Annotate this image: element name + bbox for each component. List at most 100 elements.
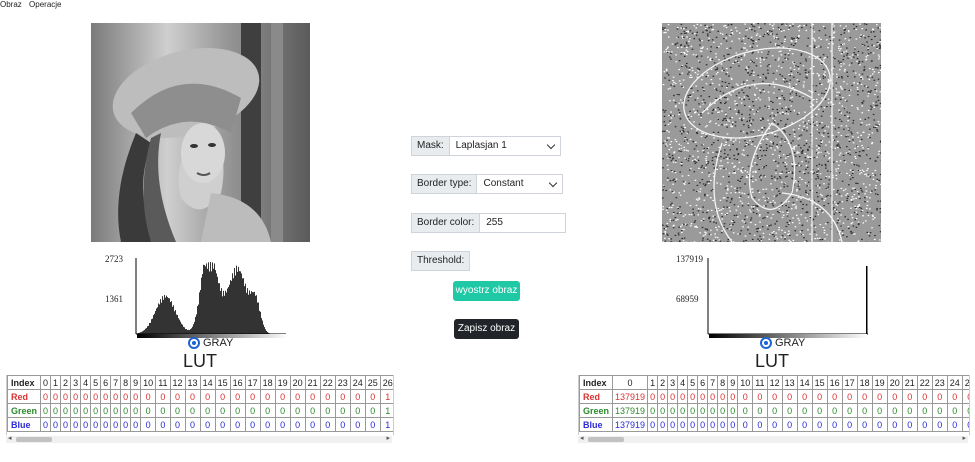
lut-cell: 0 — [931, 417, 948, 432]
lut-cell: 0 — [184, 403, 201, 418]
lut-cell: 0 — [707, 389, 719, 404]
lut-cell: 0 — [677, 417, 689, 432]
hist-bar — [231, 280, 232, 334]
hist-bar — [219, 283, 220, 334]
lut-cell: 0 — [752, 417, 768, 432]
radio-icon[interactable] — [760, 337, 772, 349]
lut-row-index: Index 0 1 2 3 4 5 6 7 8 9 10 11 12 13 14 15 16 17 18 19 20 21 2… — [7, 375, 393, 390]
lut-cell: 17 — [841, 375, 858, 390]
lut-row-header: Green — [7, 403, 42, 418]
lut-cell: 0 — [796, 403, 813, 418]
left-gray-radio[interactable]: GRAY — [188, 337, 233, 349]
lut-cell: 0 — [737, 389, 754, 404]
lut-cell: 10 — [737, 375, 754, 390]
hist-bar — [250, 293, 251, 334]
hist-bar — [191, 328, 192, 334]
menu-obraz[interactable]: Obraz — [0, 0, 22, 9]
lut-cell: 0 — [50, 389, 62, 404]
mask-select[interactable]: Laplasjan 1 — [449, 136, 561, 156]
hist-bar — [207, 268, 208, 334]
hist-bar — [187, 330, 188, 334]
lut-cell: 0 — [274, 403, 291, 418]
lut-cell: 12 — [169, 375, 186, 390]
hist-bar — [237, 271, 238, 334]
lut-cell: 0 — [70, 389, 82, 404]
right-lut-scrollbar[interactable]: ◂ ▸ — [578, 435, 968, 443]
hist-bar — [194, 321, 195, 334]
hist-bar — [214, 263, 215, 334]
hist-bar — [258, 302, 259, 334]
lut-cell: 0 — [946, 389, 963, 404]
lut-cell: 0 — [737, 417, 754, 432]
lut-cell: 1 — [379, 389, 393, 404]
sharpen-button[interactable]: wyostrz obraz — [453, 281, 520, 301]
lut-cell: 15 — [214, 375, 231, 390]
hist-bar — [200, 289, 201, 334]
hist-bar — [228, 286, 229, 334]
hist-bar — [210, 262, 211, 334]
left-lut-scrollbar[interactable]: ◂ ▸ — [6, 435, 392, 443]
lut-cell: 20 — [289, 375, 306, 390]
lut-cell: 0 — [717, 403, 729, 418]
lut-cell: 21 — [304, 375, 321, 390]
hist-bar — [240, 271, 241, 334]
hist-bar — [234, 267, 235, 334]
scroll-thumb[interactable] — [16, 437, 52, 442]
lut-cell: 3 — [667, 375, 679, 390]
lut-cell: 0 — [961, 417, 969, 432]
left-lut-table[interactable]: Index 0 1 2 3 4 5 6 7 8 9 10 11 12 13 14 15 16 17 18 19 20 21 2… — [6, 375, 394, 435]
lut-cell: 0 — [110, 403, 122, 418]
lut-cell: 0 — [259, 389, 276, 404]
lut-row-header: Index — [7, 375, 42, 390]
lut-cell: 18 — [259, 375, 276, 390]
hist-bar — [170, 302, 171, 334]
chevron-down-icon — [549, 178, 558, 188]
lut-cell: 0 — [90, 417, 102, 432]
lut-cell: 0 — [60, 403, 72, 418]
border-type-control: Border type: Constant — [411, 174, 564, 194]
lut-cell: 0 — [667, 403, 679, 418]
hist-bar — [180, 321, 181, 334]
border-type-select[interactable]: Constant — [477, 174, 564, 194]
lut-cell: 0 — [612, 375, 649, 390]
right-gray-radio[interactable]: GRAY — [760, 337, 805, 349]
hist-bar — [149, 322, 150, 334]
hist-bar — [215, 270, 216, 334]
scroll-thumb[interactable] — [588, 437, 624, 442]
lut-cell: 22 — [916, 375, 933, 390]
save-button[interactable]: Zapisz obraz — [454, 319, 519, 339]
lut-cell: 0 — [886, 389, 903, 404]
hist-bar — [222, 296, 223, 334]
right-lut-table[interactable]: Index 0 1 2 3 4 5 6 7 8 9 10 11 12 13 14 15 16 17 18 19 20 21 2… — [578, 375, 970, 435]
hist-bar — [244, 286, 245, 334]
hist-bar — [866, 266, 868, 334]
hist-bar — [225, 290, 226, 334]
lut-cell: 0 — [667, 389, 679, 404]
lut-cell: 0 — [155, 403, 171, 418]
threshold-control: Threshold: — [411, 251, 471, 271]
hist-bar — [232, 273, 233, 334]
lut-cell: 0 — [274, 389, 291, 404]
hist-bar — [235, 275, 236, 334]
hist-bar — [246, 292, 247, 334]
lut-cell: 0 — [697, 403, 709, 418]
lut-row-blue: Blue1379190000000000000000000000000000 — [579, 417, 969, 432]
menu-operacje[interactable]: Operacje — [29, 0, 61, 9]
lut-cell: 0 — [155, 389, 171, 404]
lut-cell: 0 — [60, 389, 72, 404]
lut-cell: 0 — [214, 389, 231, 404]
lut-cell: 0 — [140, 417, 157, 432]
radio-icon[interactable] — [188, 337, 200, 349]
lut-cell: 11 — [752, 375, 768, 390]
lut-cell: 19 — [871, 375, 888, 390]
hist-bar — [143, 330, 144, 334]
lut-cell: 0 — [40, 375, 52, 390]
lut-cell: 0 — [244, 403, 261, 418]
border-color-input[interactable]: 255 — [480, 213, 567, 233]
lut-cell: 0 — [931, 389, 948, 404]
lut-cell: 10 — [140, 375, 157, 390]
mask-label: Mask: — [411, 136, 450, 156]
lut-cell: 0 — [289, 417, 306, 432]
hist-bar — [183, 326, 184, 334]
hist-bar — [154, 313, 155, 334]
